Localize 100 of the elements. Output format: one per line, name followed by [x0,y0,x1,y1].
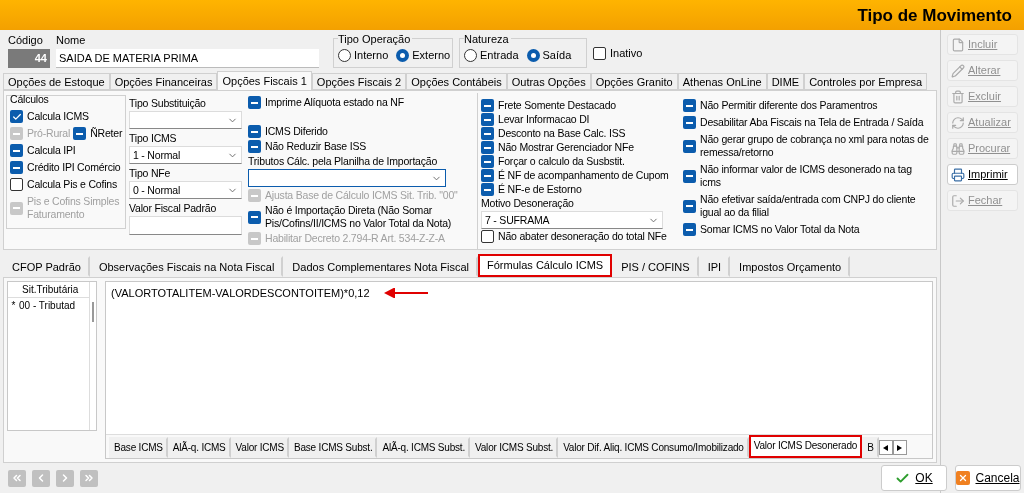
tab[interactable]: AlÃ-q. ICMS Subst. [377,437,471,458]
document-icon [951,37,965,52]
tab[interactable]: Valor Dif. Aliq. ICMS Consumo/Imobilizado [558,437,749,458]
radio-label: Entrada [480,49,519,62]
tab[interactable]: AlÃ-q. ICMS [167,437,231,458]
tab[interactable]: Opções Granito [590,73,678,90]
name-field[interactable]: SAIDA DE MATERIA PRIMA [56,49,319,68]
checkbox[interactable] [73,127,87,140]
tab[interactable]: Opções Financeiras [109,73,218,90]
checkbox-label: Desconto na Base Calc. ISS [498,127,626,140]
checkbox[interactable] [481,183,494,196]
checkbox[interactable] [481,127,494,140]
checkbox-label: ÑReter [90,127,123,140]
checkbox-label: Pró-Rural [27,127,71,140]
checkbox-label: Não abater desoneração do total NFe [498,230,667,243]
tab[interactable]: B [862,437,879,458]
checkbox-label: Não Permitir diferente dos Paramentros [700,99,879,112]
checkbox-label: Frete Somente Destacado [498,99,616,112]
side-button[interactable]: Imprimir [947,164,1018,185]
radio-button[interactable] [396,49,410,62]
radio-label: Interno [354,49,389,62]
group-label: Tipo Operação [338,33,413,46]
checkbox[interactable] [683,199,696,213]
refresh-icon [951,115,965,130]
checkbox-label: É NF de acompanhamento de Cupom [498,169,669,182]
dropdown-field[interactable]: 0 - Normal [129,181,242,199]
checkbox[interactable] [683,223,696,236]
tab[interactable]: Base ICMS Subst. [289,437,378,458]
checkbox-label: Desabilitar Aba Fiscais na Tela de Entrada / Saída [700,116,925,129]
checkbox-label: Calcula IPI [27,144,76,157]
checkbox[interactable] [248,210,261,224]
checkbox-label: Inativo [610,47,643,60]
trash-icon [951,89,965,104]
checkbox[interactable] [248,140,261,153]
tab[interactable]: Opções Fiscais 2 [311,73,407,90]
checkbox[interactable] [481,230,494,243]
checkbox-label: Não é Importação Direta (Não Somar Pis/Cofins/II/ICMS no Valor Total da Nota) [265,204,453,230]
radio-label: Externo [412,49,451,62]
tab[interactable]: Controles por Empresa [804,73,928,90]
checkbox-label: Não efetivar saída/entrada com CNPJ do cliente igual ao da filial [700,193,917,219]
left-triangle-icon [883,444,889,451]
checkbox-label: Calcula Pis e Cofins [27,178,117,191]
cancel-icon [956,471,971,485]
checkbox[interactable] [683,169,696,183]
checkbox[interactable] [10,144,23,157]
tab[interactable]: Athenas OnLine [677,73,767,90]
tab[interactable]: Opções Fiscais 1 [217,71,312,90]
radio-button[interactable] [526,49,540,62]
field-label: Tipo ICMS [129,132,178,145]
input-field[interactable] [129,216,242,235]
tab[interactable]: Valor ICMS Desonerado [748,435,863,458]
checkbox[interactable] [248,125,261,138]
code-field[interactable]: 44 [8,49,50,68]
field-label: Tributos Cálc. pela Planilha de Importação [248,155,439,168]
checkbox-label: Pis e Cofins Simples Faturamento [27,195,121,221]
field-label: Código [8,34,44,47]
formula-text[interactable]: (VALORTOTALITEM-VALORDESCONTOITEM)*0,12 [111,287,370,300]
checkbox[interactable] [481,169,494,182]
checkbox[interactable] [481,141,494,154]
group-label: Natureza [464,33,511,46]
dropdown-field[interactable]: 1 - Normal [129,146,242,164]
tab[interactable]: DIME [766,73,805,90]
checkbox-label: Somar ICMS no Valor Total da Nota [700,223,861,236]
checkbox-label: É NF-e de Estorno [498,183,582,196]
checkbox[interactable] [481,99,494,112]
checkbox[interactable] [10,161,23,174]
dropdown-field[interactable] [248,169,446,187]
checkbox-label: Levar Informacao DI [498,113,590,126]
exit-icon [951,193,965,208]
checkbox-label: Não informar valor de ICMS desonerado na tag icms [700,163,913,189]
checkbox[interactable] [593,47,606,60]
checkbox[interactable] [10,110,23,123]
field-label: Tipo Substituição [129,97,207,110]
tab[interactable]: Valor ICMS [230,437,289,458]
checkbox-label: Não gerar grupo de cobrança no xml para notas de remessa/retorno [700,133,930,159]
checkbox[interactable] [683,99,696,112]
radio-button[interactable] [338,49,351,62]
checkbox-label: Não Mostrar Gerenciador NFe [498,141,634,154]
scrollbar[interactable] [89,282,96,430]
tab[interactable]: Opções de Estoque [3,73,110,90]
dropdown-field[interactable]: 7 - SUFRAMA [481,211,663,229]
checkbox[interactable] [481,113,494,126]
tab[interactable]: Valor ICMS Subst. [470,437,559,458]
checkbox[interactable] [248,96,261,109]
double-left-icon [11,472,23,484]
radio-button[interactable] [464,49,477,62]
tab[interactable]: Fórmulas Cálculo ICMS [478,254,613,277]
tab[interactable]: Base ICMS [109,437,168,458]
dialog-button[interactable]: OK [881,465,947,491]
checkbox[interactable] [481,155,494,168]
tab[interactable]: Outras Opções [506,73,591,90]
checkbox-label: Crédito IPI Comércio [27,161,121,174]
right-triangle-icon [897,444,903,451]
checkbox[interactable] [683,139,696,153]
checkbox[interactable] [683,116,696,129]
checkbox[interactable] [10,178,23,191]
checkbox-label: Habilitar Decreto 2.794-R Art. 534-Z-Z-A [265,232,446,245]
dialog-button[interactable]: Cancela [955,465,1021,491]
window-title: Tipo de Movimento [857,8,1012,22]
tab[interactable]: Opções Contábeis [406,73,507,90]
